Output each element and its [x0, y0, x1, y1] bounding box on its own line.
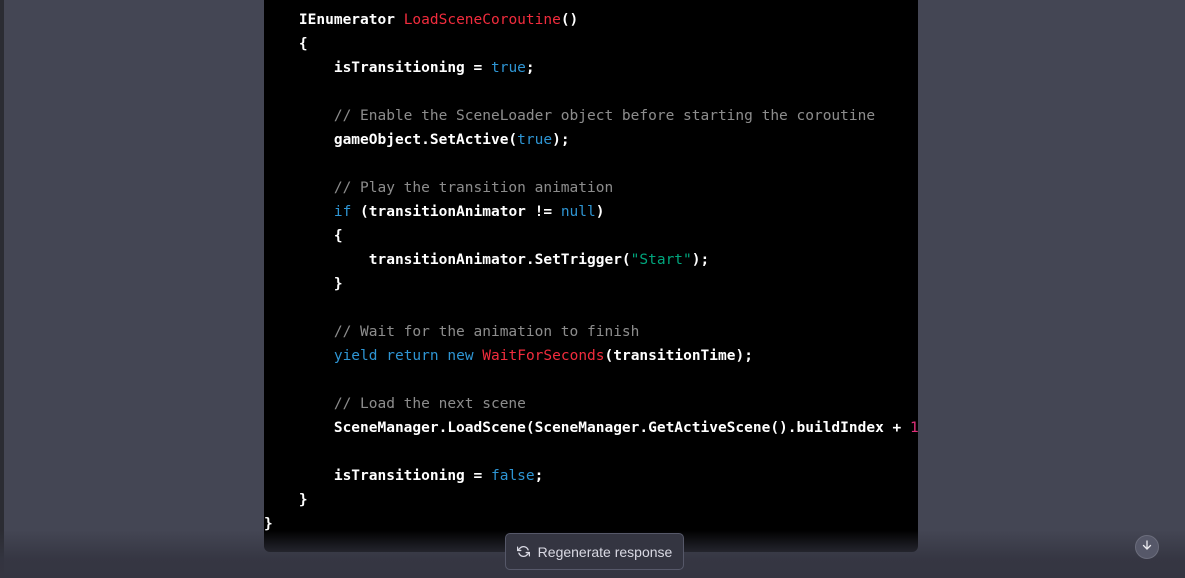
code-line: transitionAnimator.SetTrigger("Start");: [264, 248, 918, 272]
regenerate-response-button[interactable]: Regenerate response: [505, 533, 684, 570]
code-line: {: [264, 32, 918, 56]
code-line: if (transitionAnimator != null): [264, 200, 918, 224]
left-gutter: [0, 0, 4, 578]
code-token-string: "Start": [630, 252, 692, 268]
code-token-plain: }: [264, 276, 343, 292]
code-line: // Enable the SceneLoader object before …: [264, 104, 918, 128]
code-token-plain: IEnumerator: [264, 12, 404, 28]
code-token-keyword: yield: [333, 348, 378, 364]
code-token-keyword: if: [333, 204, 352, 220]
code-token-keyword: false: [490, 468, 535, 484]
code-line: }: [264, 488, 918, 512]
code-token-plain: (transitionAnimator !=: [351, 204, 561, 220]
code-token-method: LoadSceneCoroutine: [403, 12, 561, 28]
code-token-plain: (): [560, 12, 579, 28]
code-token-plain: }: [264, 492, 308, 508]
code-token-plain: gameObject.SetActive(: [264, 132, 518, 148]
code-token-comment: // Wait for the animation to finish: [264, 324, 640, 340]
code-token-keyword: return: [386, 348, 439, 364]
code-token-plain: ;: [525, 60, 535, 76]
code-line: gameObject.SetActive(true);: [264, 128, 918, 152]
code-token-plain: transitionAnimator.SetTrigger(: [264, 252, 631, 268]
code-line: // Wait for the animation to finish: [264, 320, 918, 344]
code-line: {: [264, 224, 918, 248]
code-line: // Load the next scene: [264, 392, 918, 416]
code-token-comment: // Enable the SceneLoader object before …: [264, 108, 876, 124]
scroll-to-bottom-button[interactable]: [1135, 535, 1159, 559]
code-token-comment: // Play the transition animation: [264, 180, 614, 196]
code-line: isTransitioning = false;: [264, 464, 918, 488]
code-token-plain: SceneManager.LoadScene(SceneManager.GetA…: [264, 420, 911, 436]
code-token-comment: // Load the next scene: [264, 396, 526, 412]
code-line: IEnumerator LoadSceneCoroutine(): [264, 8, 918, 32]
code-token-plain: );: [691, 252, 710, 268]
regenerate-response-label: Regenerate response: [537, 543, 673, 560]
code-line: // Play the transition animation: [264, 176, 918, 200]
code-line: SceneManager.LoadScene(SceneManager.GetA…: [264, 416, 918, 440]
code-token-keyword: null: [560, 204, 596, 220]
code-token-plain: {: [264, 228, 343, 244]
code-block: IEnumerator LoadSceneCoroutine() { isTra…: [264, 0, 918, 552]
code-token-number: 1: [910, 420, 918, 436]
arrow-down-icon: [1141, 538, 1153, 556]
code-line: yield return new WaitForSeconds(transiti…: [264, 344, 918, 368]
code-content: IEnumerator LoadSceneCoroutine() { isTra…: [264, 8, 918, 536]
code-token-plain: isTransitioning =: [264, 60, 491, 76]
code-token-keyword: true: [517, 132, 553, 148]
refresh-icon: [516, 545, 530, 558]
code-line: isTransitioning = true;: [264, 56, 918, 80]
code-token-plain: }: [264, 516, 273, 532]
code-token-plain: ;: [534, 468, 544, 484]
code-token-plain: );: [552, 132, 570, 148]
code-token-plain: (transitionTime);: [604, 348, 753, 364]
code-token-plain: ): [595, 204, 605, 220]
code-token-keyword: new: [447, 348, 474, 364]
code-line: }: [264, 272, 918, 296]
code-token-plain: isTransitioning =: [264, 468, 491, 484]
code-token-plain: {: [264, 36, 308, 52]
code-token-method: WaitForSeconds: [482, 348, 605, 364]
code-token-keyword: true: [490, 60, 526, 76]
